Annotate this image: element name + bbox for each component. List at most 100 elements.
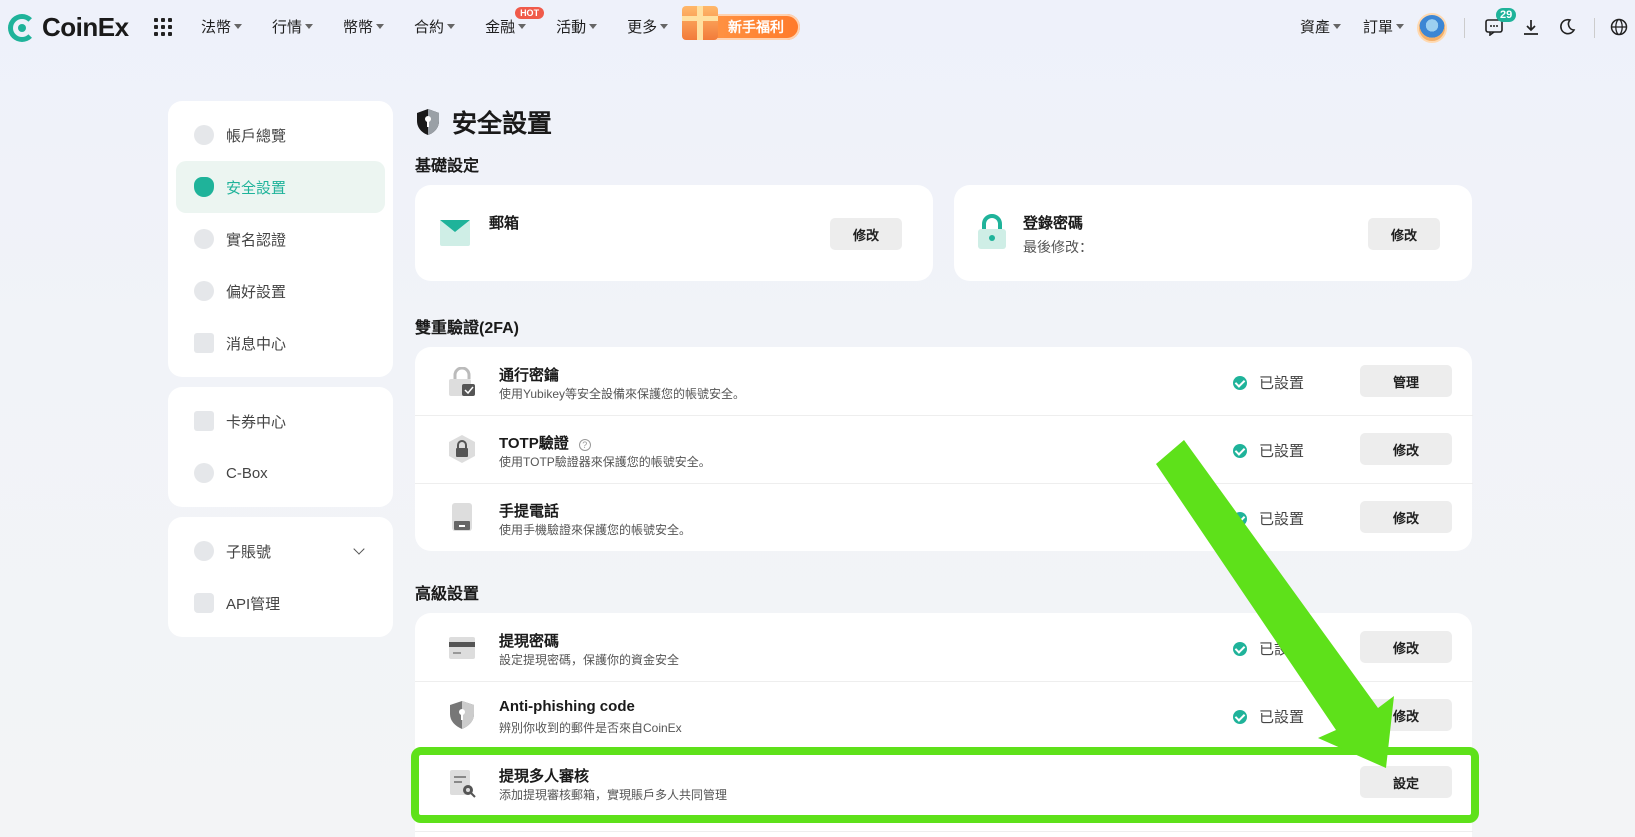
caret-down-icon <box>1333 24 1342 29</box>
email-card: 郵箱 修改 <box>415 185 933 281</box>
caret-down-icon <box>376 24 385 29</box>
section-title-advanced: 高級設置 <box>415 586 480 603</box>
phone-modify-button[interactable]: 修改 <box>1360 501 1452 533</box>
sub-account-icon <box>194 541 214 561</box>
anti-phishing-shield-icon <box>450 701 474 729</box>
divider <box>415 681 1473 682</box>
coinex-logo-icon <box>8 13 36 42</box>
totp-title: TOTP驗證? <box>499 432 591 453</box>
download-icon[interactable] <box>1520 16 1542 38</box>
passkey-lock-icon <box>449 367 475 396</box>
email-modify-button[interactable]: 修改 <box>830 218 902 250</box>
divider <box>415 415 1473 416</box>
menu-spot[interactable]: 幣幣 <box>343 16 385 37</box>
passkey-status: 已設置 <box>1233 372 1304 393</box>
dark-mode-icon[interactable] <box>1556 16 1578 38</box>
divider <box>1594 18 1595 38</box>
id-card-icon <box>194 229 214 249</box>
top-navbar: CoinEx 法幣 行情 幣幣 合約 金融 HOT 活動 更多 新手福利 資產 訂… <box>0 0 1635 56</box>
message-count-badge: 29 <box>1496 8 1517 22</box>
newbie-promo-button[interactable]: 新手福利 <box>682 6 800 40</box>
caret-down-icon <box>234 24 243 29</box>
anti-phishing-status: 已設置 <box>1233 706 1304 727</box>
sidebar-group-advanced: 子賬號 API管理 <box>168 517 393 637</box>
divider <box>415 831 1473 832</box>
menu-fiat[interactable]: 法幣 <box>201 16 243 37</box>
settings-icon <box>194 281 214 301</box>
sidebar-item-preferences[interactable]: 偏好設置 <box>176 265 385 317</box>
withdraw-password-icon <box>449 637 475 659</box>
password-modify-button[interactable]: 修改 <box>1368 218 1440 250</box>
gift-icon <box>682 6 718 40</box>
totp-desc: 使用TOTP驗證器來保護您的帳號安全。 <box>499 455 711 469</box>
highlight-box <box>411 747 1479 823</box>
anti-phishing-modify-button[interactable]: 修改 <box>1360 699 1452 731</box>
password-last-modified: 最後修改： <box>1023 239 1093 255</box>
check-circle-icon <box>1233 443 1247 458</box>
caret-down-icon <box>518 24 527 29</box>
apps-grid-icon[interactable] <box>154 18 172 36</box>
shield-icon <box>417 109 439 135</box>
coinex-logo[interactable]: CoinEx <box>8 12 129 43</box>
withdraw-password-status: 已設置 <box>1233 638 1304 659</box>
totp-modify-button[interactable]: 修改 <box>1360 433 1452 465</box>
shield-icon <box>194 177 214 197</box>
coupon-icon <box>194 411 214 431</box>
sidebar-item-account-overview[interactable]: 帳戶總覽 <box>176 109 385 161</box>
phone-icon <box>452 503 472 531</box>
check-circle-icon <box>1233 511 1247 526</box>
totp-status: 已設置 <box>1233 440 1304 461</box>
phone-desc: 使用手機驗證來保護您的帳號安全。 <box>499 523 692 537</box>
assets-menu[interactable]: 資產 <box>1300 16 1342 37</box>
api-icon <box>194 593 214 613</box>
anti-phishing-title: Anti-phishing code <box>499 698 635 715</box>
passkey-manage-button[interactable]: 管理 <box>1360 365 1452 397</box>
main-menu: 法幣 行情 幣幣 合約 金融 HOT 活動 更多 <box>201 7 698 37</box>
divider <box>415 483 1473 484</box>
divider <box>1464 18 1465 38</box>
help-icon[interactable]: ? <box>578 439 591 451</box>
menu-markets[interactable]: 行情 <box>272 16 314 37</box>
sidebar-item-messages[interactable]: 消息中心 <box>176 317 385 369</box>
sidebar-item-api[interactable]: API管理 <box>176 577 385 629</box>
message-icon <box>194 333 214 353</box>
page-title: 安全設置 <box>416 104 552 140</box>
caret-down-icon <box>305 24 314 29</box>
avatar[interactable] <box>1417 13 1447 43</box>
withdraw-password-title: 提現密碼 <box>499 633 560 650</box>
password-label: 登錄密碼 <box>1023 215 1084 232</box>
caret-down-icon <box>660 24 669 29</box>
menu-more[interactable]: 更多 <box>627 16 669 37</box>
caret-down-icon <box>447 24 456 29</box>
withdraw-password-desc: 設定提現密碼，保護你的資金安全 <box>499 653 680 667</box>
sidebar-group-rewards: 卡券中心 C-Box <box>168 387 393 507</box>
menu-futures[interactable]: 合約 <box>414 16 456 37</box>
right-nav: 資產 訂單 <box>1300 16 1426 37</box>
sidebar-group-account: 帳戶總覽 安全設置 實名認證 偏好設置 消息中心 <box>168 101 393 377</box>
lock-icon <box>978 214 1006 249</box>
twofa-card: 通行密鑰 使用Yubikey等安全設備來保護您的帳號安全。 已設置 管理 TOT… <box>415 347 1473 551</box>
email-icon <box>440 220 470 246</box>
check-circle-icon <box>1233 709 1247 724</box>
sidebar-item-coupons[interactable]: 卡券中心 <box>176 395 385 447</box>
check-circle-icon <box>1233 375 1247 390</box>
menu-finance[interactable]: 金融 HOT <box>485 7 545 37</box>
chevron-down-icon <box>353 543 365 555</box>
password-card: 登錄密碼 最後修改： 修改 <box>954 185 1472 281</box>
sidebar-item-security[interactable]: 安全設置 <box>176 161 385 213</box>
sidebar-item-cbox[interactable]: C-Box <box>176 447 385 499</box>
language-globe-icon[interactable] <box>1608 16 1630 38</box>
hot-badge: HOT <box>515 7 545 19</box>
caret-down-icon <box>589 24 598 29</box>
email-label: 郵箱 <box>489 215 520 232</box>
sidebar-item-kyc[interactable]: 實名認證 <box>176 213 385 265</box>
orders-menu[interactable]: 訂單 <box>1363 16 1405 37</box>
sidebar-item-sub-accounts[interactable]: 子賬號 <box>176 525 385 577</box>
withdraw-password-modify-button[interactable]: 修改 <box>1360 631 1452 663</box>
pie-chart-icon <box>194 125 214 145</box>
anti-phishing-desc: 辨別你收到的郵件是否來自CoinEx <box>499 721 682 735</box>
section-title-basic: 基礎設定 <box>415 158 480 175</box>
menu-events[interactable]: 活動 <box>556 16 598 37</box>
check-circle-icon <box>1233 641 1247 656</box>
phone-title: 手提電話 <box>499 503 560 520</box>
